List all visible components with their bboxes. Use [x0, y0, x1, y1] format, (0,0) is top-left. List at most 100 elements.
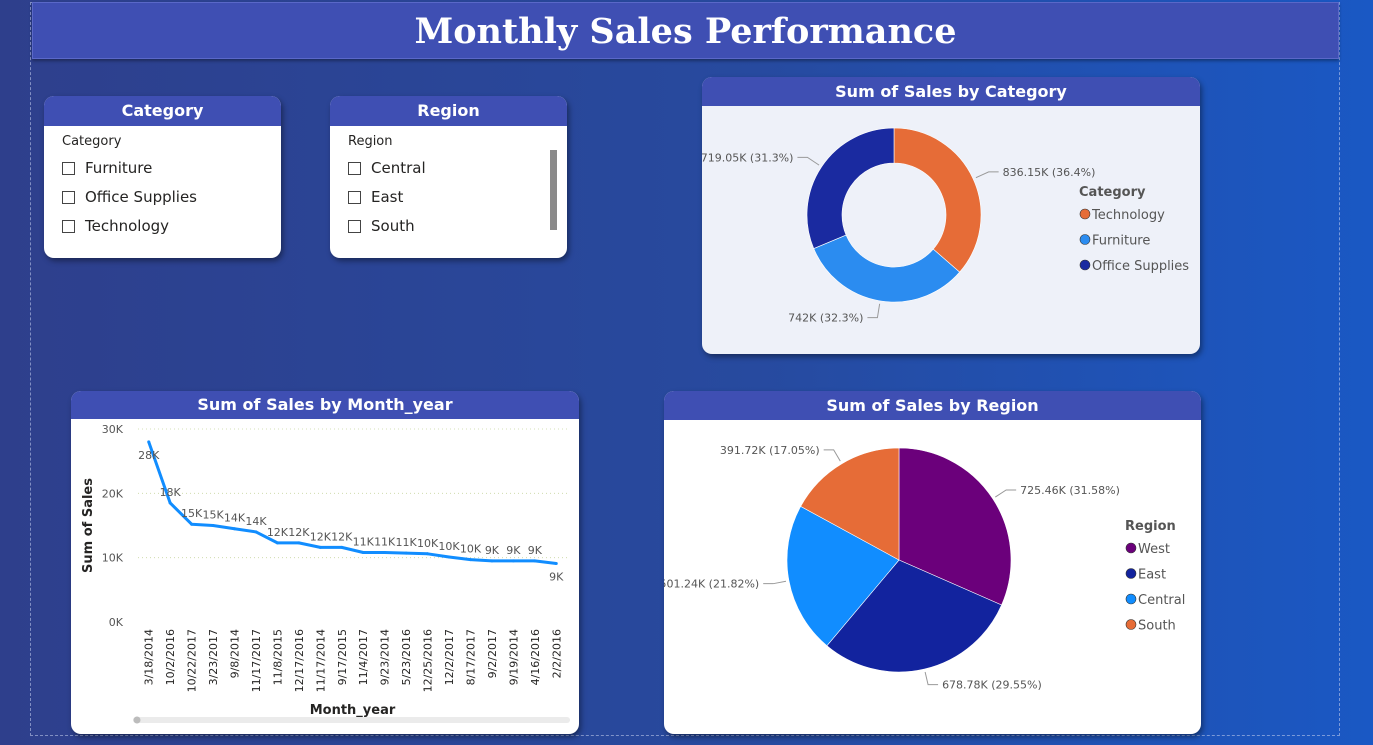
data-point[interactable] — [404, 551, 408, 555]
data-point[interactable] — [233, 527, 237, 531]
data-label: 14K — [224, 512, 246, 525]
data-point[interactable] — [318, 545, 322, 549]
x-tick-label: 10/22/2017 — [186, 629, 199, 692]
checkbox[interactable] — [62, 190, 75, 204]
data-point[interactable] — [468, 558, 472, 562]
data-point[interactable] — [554, 561, 558, 565]
data-point[interactable] — [383, 551, 387, 555]
x-tick-label: 3/23/2017 — [207, 629, 220, 685]
slicer-item-east[interactable]: East — [348, 187, 567, 207]
scrollbar-thumb[interactable] — [133, 716, 141, 724]
legend-item-technology[interactable]: Technology — [1091, 208, 1165, 223]
x-tick-label: 10/2/2016 — [164, 629, 177, 685]
y-tick-label: 10K — [102, 552, 124, 565]
legend-marker-south[interactable] — [1125, 619, 1137, 630]
leader-line — [797, 156, 820, 166]
slice-technology[interactable] — [893, 127, 982, 273]
legend-item-furniture[interactable]: Furniture — [1092, 234, 1150, 249]
data-point[interactable] — [511, 559, 515, 563]
x-tick-label: 3/18/2014 — [143, 629, 156, 685]
horizontal-scrollbar[interactable] — [133, 717, 570, 723]
legend-marker-west[interactable] — [1125, 542, 1137, 554]
data-point[interactable] — [190, 522, 194, 526]
x-tick-label: 12/2/2017 — [443, 629, 456, 685]
data-point[interactable] — [147, 440, 151, 444]
data-label-east: 678.78K (29.55%) — [942, 679, 1042, 692]
leader-line — [975, 171, 999, 179]
checkbox[interactable] — [348, 219, 361, 233]
y-tick-label: 30K — [102, 423, 124, 436]
leader-line — [924, 671, 939, 686]
slice-office-supplies[interactable] — [806, 127, 895, 249]
data-label: 10K — [438, 540, 460, 553]
checkbox[interactable] — [348, 190, 361, 204]
x-tick-label: 11/8/2015 — [271, 629, 284, 685]
slicer-item-technology[interactable]: Technology — [62, 216, 281, 236]
data-point[interactable] — [275, 541, 279, 545]
data-label: 28K — [138, 449, 160, 462]
data-point[interactable] — [361, 551, 365, 555]
legend-marker-central[interactable] — [1125, 593, 1137, 605]
data-label: 12K — [331, 530, 353, 543]
slicer-item-label: Furniture — [85, 159, 153, 177]
slicer-item-label: South — [371, 217, 415, 235]
data-label: 12K — [288, 526, 310, 539]
slicer-scrollbar[interactable] — [550, 150, 557, 230]
data-label: 12K — [267, 526, 289, 539]
data-label-south: 391.72K (17.05%) — [720, 444, 820, 457]
data-point[interactable] — [447, 555, 451, 559]
data-point[interactable] — [340, 545, 344, 549]
region-slicer[interactable]: Region Region Central East South — [330, 96, 567, 258]
data-label: 9K — [506, 544, 521, 557]
legend-item-office-supplies[interactable]: Office Supplies — [1092, 259, 1189, 274]
x-tick-label: 11/4/2017 — [357, 629, 370, 685]
data-point[interactable] — [254, 530, 258, 534]
checkbox[interactable] — [62, 219, 75, 233]
x-tick-label: 4/16/2016 — [529, 629, 542, 685]
slicer-item-south[interactable]: South — [348, 216, 567, 236]
category-donut-chart: 836.15K (36.4%) 742K (32.3%) 719.05K (31.3… — [702, 127, 1189, 325]
slicer-item-label: East — [371, 188, 404, 206]
slicer-item-central[interactable]: Central — [348, 158, 567, 178]
legend-item-south[interactable]: South — [1138, 619, 1176, 634]
legend-marker-technology[interactable] — [1079, 208, 1091, 220]
legend-item-central[interactable]: Central — [1138, 593, 1185, 608]
data-label: 9K — [528, 544, 543, 557]
data-point[interactable] — [168, 501, 172, 505]
slicer-item-label: Central — [371, 159, 426, 177]
legend-item-west[interactable]: West — [1138, 542, 1170, 557]
slicer-item-office-supplies[interactable]: Office Supplies — [62, 187, 281, 207]
legend-marker-east[interactable] — [1125, 568, 1137, 579]
x-tick-label: 8/17/2017 — [464, 629, 477, 685]
x-tick-label: 12/17/2016 — [293, 629, 306, 692]
data-label: 9K — [549, 570, 564, 583]
legend-item-east[interactable]: East — [1138, 568, 1166, 583]
month-line-card: Sum of Sales by Month_year 0K 10K 20K 30K 28… — [71, 391, 579, 734]
leader-line — [867, 303, 881, 319]
data-point[interactable] — [490, 559, 494, 563]
x-tick-label: 5/23/2016 — [400, 629, 413, 685]
legend-marker-furniture[interactable] — [1079, 234, 1091, 245]
data-point[interactable] — [426, 552, 430, 556]
report-title-bar: Monthly Sales Performance — [32, 2, 1339, 59]
slicer-item-furniture[interactable]: Furniture — [62, 158, 281, 178]
report-title: Monthly Sales Performance — [414, 11, 957, 52]
checkbox[interactable] — [348, 161, 361, 175]
legend-title: Region — [1125, 519, 1176, 534]
checkbox[interactable] — [62, 161, 75, 175]
region-slicer-label: Region — [348, 134, 393, 149]
y-tick-label: 20K — [102, 487, 124, 500]
region-pie-card: Sum of Sales by Region 725.46K (31.58%) 6… — [664, 391, 1201, 734]
data-point[interactable] — [297, 541, 301, 545]
slicer-item-label: Technology — [85, 217, 170, 235]
data-label-technology: 836.15K (36.4%) — [1003, 166, 1096, 179]
data-label-furniture: 742K (32.3%) — [788, 312, 863, 325]
category-slicer[interactable]: Category Category Furniture Office Suppl… — [44, 96, 281, 258]
data-point[interactable] — [533, 559, 537, 563]
data-point[interactable] — [211, 524, 215, 527]
x-axis-title: Month_year — [310, 703, 396, 718]
category-slicer-header: Category — [44, 96, 281, 126]
legend-marker-office-supplies[interactable] — [1079, 259, 1091, 271]
category-slicer-label: Category — [62, 134, 122, 149]
x-tick-label: 9/19/2014 — [507, 629, 520, 685]
